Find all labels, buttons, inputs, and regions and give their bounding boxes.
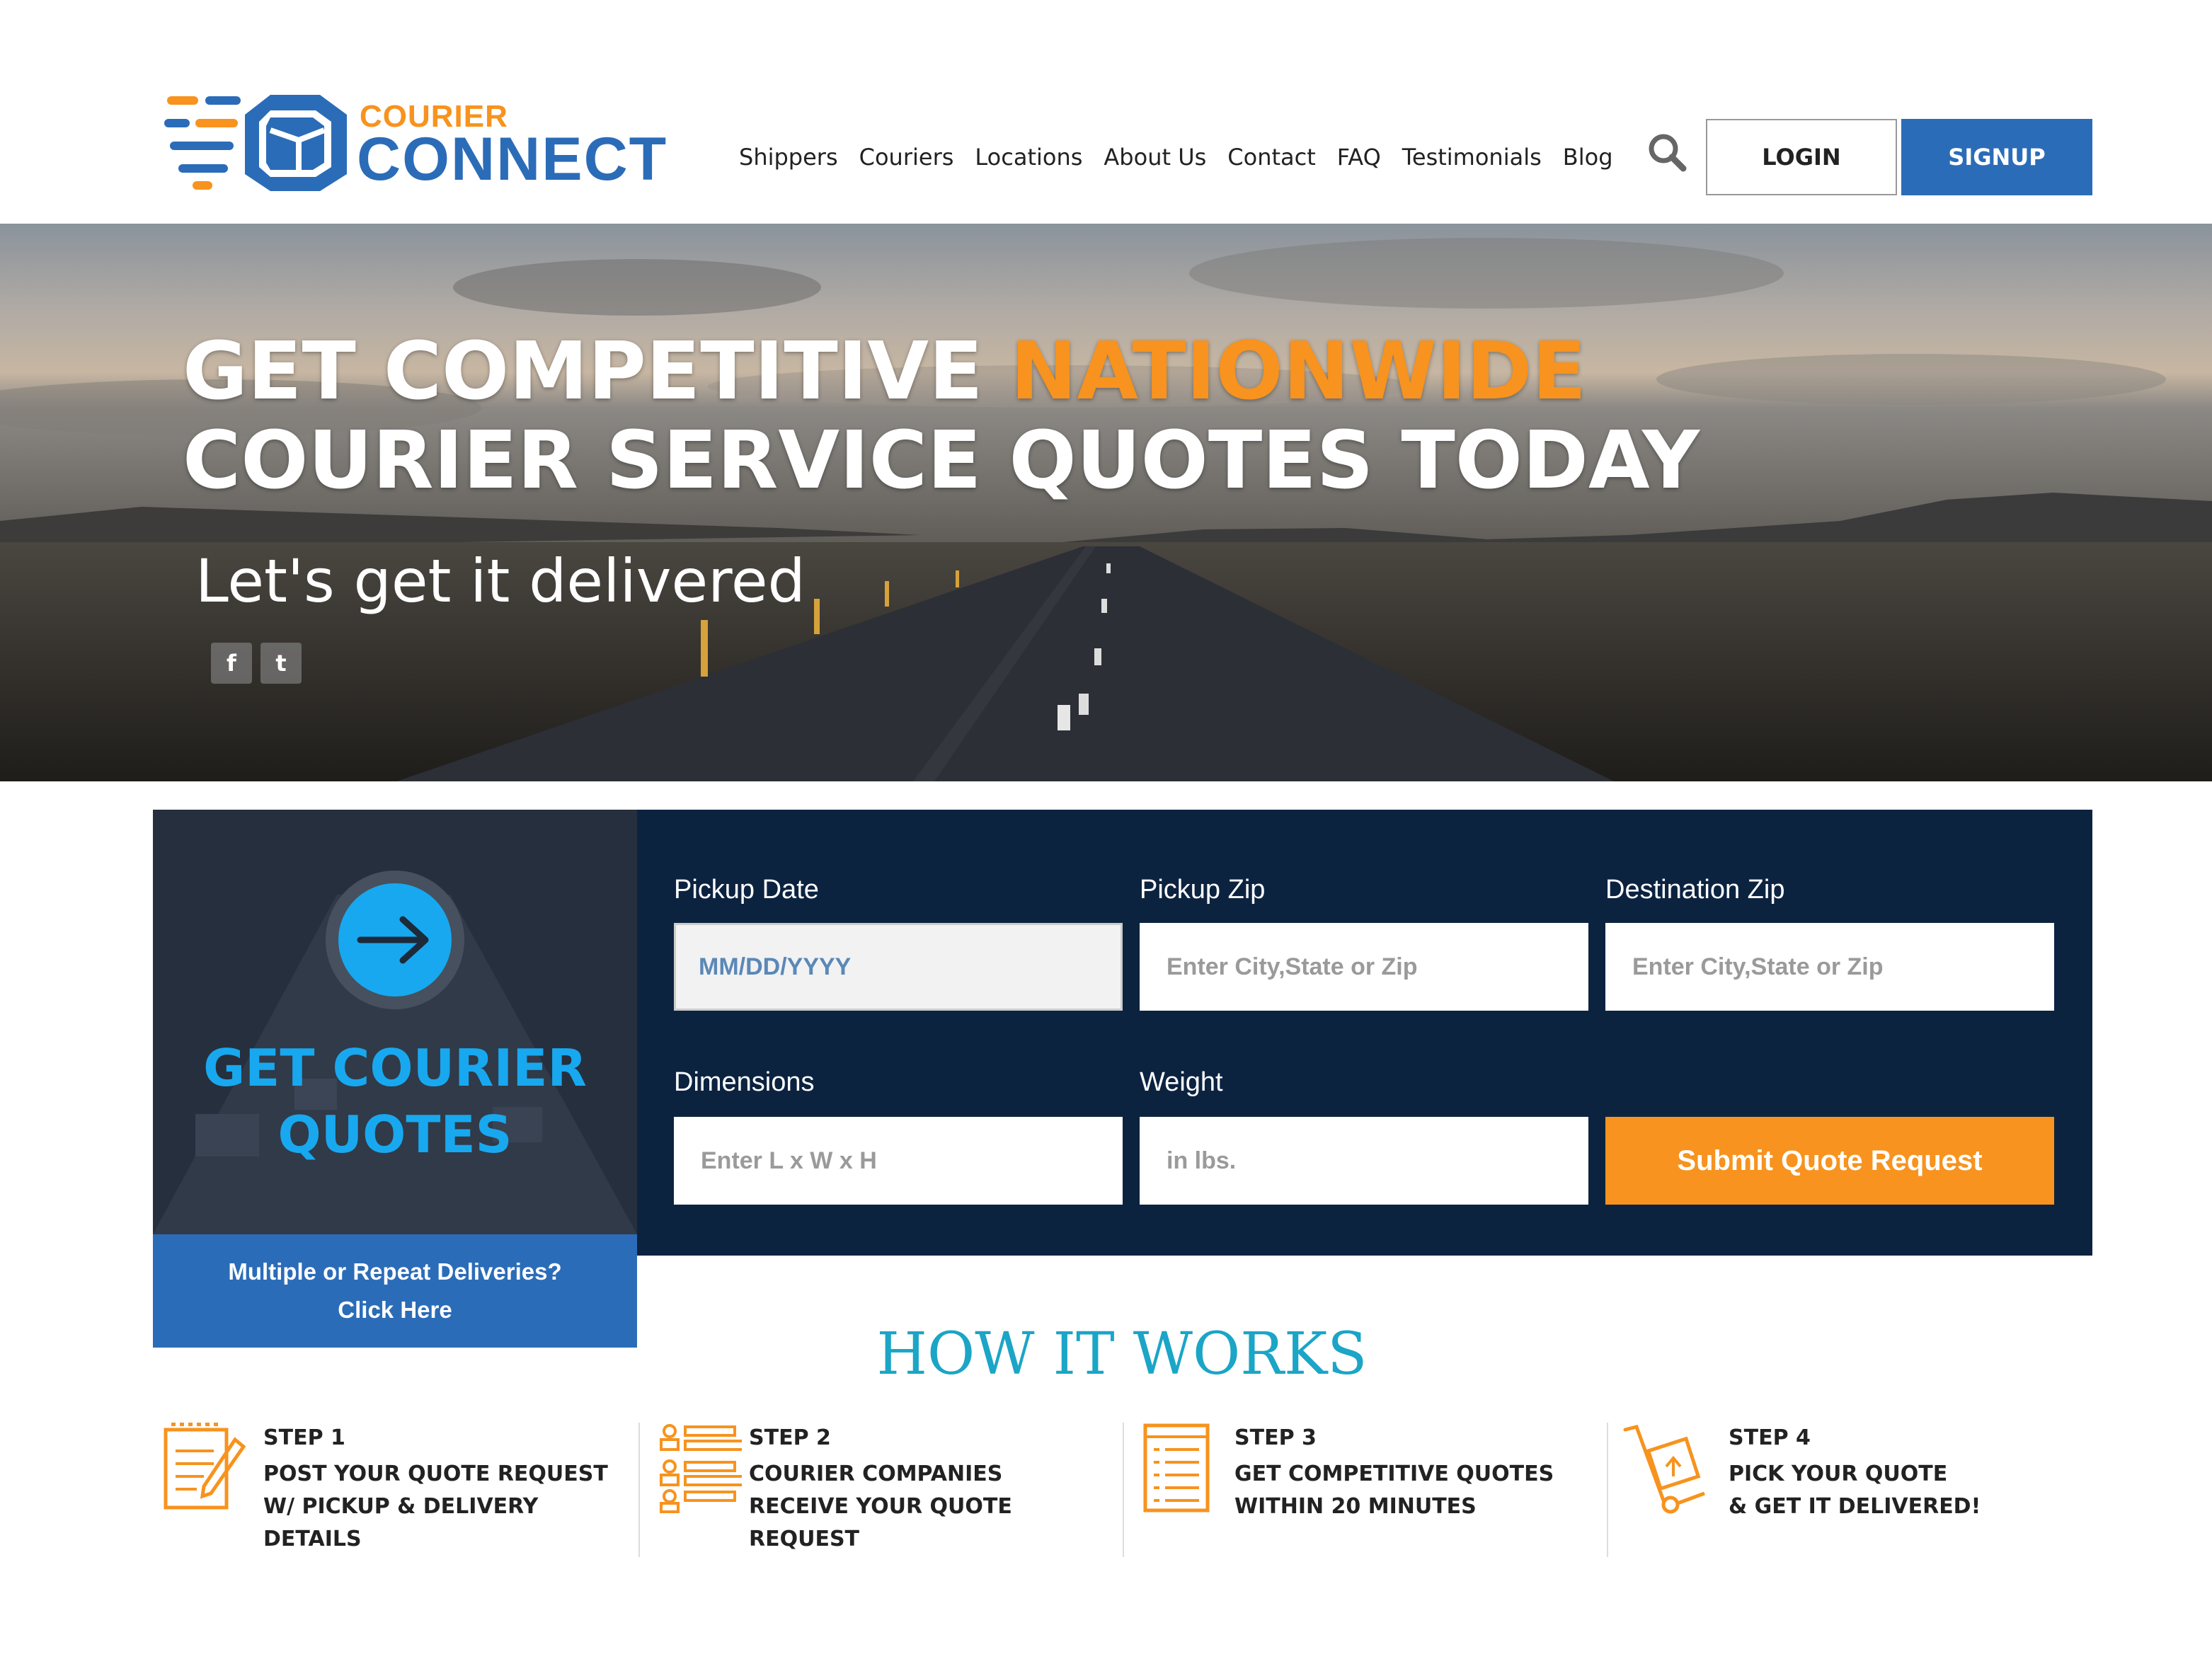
step-4-text: PICK YOUR QUOTE & GET IT DELIVERED!	[1729, 1458, 2082, 1523]
get-courier-quotes-line2: QUOTES	[277, 1105, 512, 1164]
how-it-works-title: HOW IT WORKS	[876, 1321, 1368, 1388]
multiple-deliveries-line2: Click Here	[338, 1297, 452, 1323]
nav-couriers[interactable]: Couriers	[859, 144, 954, 171]
step-2-line: REQUEST	[749, 1527, 860, 1551]
search-icon[interactable]	[1646, 132, 1689, 174]
step-1-line: DETAILS	[263, 1527, 362, 1551]
get-courier-quotes-title: GET COURIER QUOTES	[153, 1035, 637, 1168]
step-4-line: & GET IT DELIVERED!	[1729, 1494, 1981, 1519]
step-3-number: STEP 3	[1234, 1425, 1317, 1450]
site-header: COURIER CONNECT Shippers Couriers Locati…	[0, 0, 2212, 224]
weight-input[interactable]: in lbs.	[1140, 1117, 1588, 1205]
nav-locations[interactable]: Locations	[975, 144, 1082, 171]
multiple-deliveries-line1: Multiple or Repeat Deliveries?	[228, 1258, 562, 1285]
pickup-date-input[interactable]: MM/DD/YYYY	[674, 923, 1123, 1011]
step-1-text: POST YOUR QUOTE REQUEST W/ PICKUP & DELI…	[263, 1458, 617, 1556]
step-4-line: PICK YOUR QUOTE	[1729, 1462, 1948, 1486]
step-divider	[1123, 1423, 1124, 1557]
hero-headline-part1: GET COMPETITIVE	[183, 326, 1011, 418]
facebook-icon[interactable]: f	[211, 643, 252, 684]
nav-faq[interactable]: FAQ	[1337, 144, 1381, 171]
hand-truck-package-icon	[1623, 1425, 1705, 1514]
hero-subtitle: Let's get it delivered	[195, 546, 806, 616]
step-3-text: GET COMPETITIVE QUOTES WITHIN 20 MINUTES	[1234, 1458, 1617, 1523]
twitter-icon[interactable]: t	[260, 643, 302, 684]
destination-zip-input[interactable]: Enter City,State or Zip	[1605, 923, 2054, 1011]
user-list-icon	[660, 1424, 742, 1513]
get-courier-quotes-line1: GET COURIER	[203, 1038, 587, 1098]
step-3-line: GET COMPETITIVE QUOTES	[1234, 1462, 1554, 1486]
signup-button[interactable]: SIGNUP	[1901, 119, 2092, 195]
pickup-zip-input[interactable]: Enter City,State or Zip	[1140, 923, 1588, 1011]
destination-zip-label: Destination Zip	[1605, 875, 1785, 905]
nav-testimonials[interactable]: Testimonials	[1402, 144, 1542, 171]
weight-label: Weight	[1140, 1067, 1223, 1097]
quote-form: Pickup Date MM/DD/YYYY Pickup Zip Enter …	[637, 810, 2092, 1256]
hero-headline-line2: COURIER SERVICE QUOTES TODAY	[183, 415, 1700, 507]
quote-promo-panel: GET COURIER QUOTES	[153, 810, 637, 1234]
notepad-pencil-icon	[164, 1423, 246, 1510]
step-2-line: RECEIVE YOUR QUOTE	[749, 1494, 1012, 1519]
box-logo-icon	[164, 95, 347, 191]
step-4-number: STEP 4	[1729, 1425, 1811, 1450]
checklist-icon	[1143, 1423, 1210, 1512]
step-2-text: COURIER COMPANIES RECEIVE YOUR QUOTE REQ…	[749, 1458, 1117, 1556]
step-2-number: STEP 2	[749, 1425, 831, 1450]
step-3-line: WITHIN 20 MINUTES	[1234, 1494, 1477, 1519]
courier-connect-logo[interactable]: COURIER CONNECT	[164, 89, 666, 195]
main-nav: Shippers Couriers Locations About Us Con…	[739, 139, 1634, 176]
nav-contact[interactable]: Contact	[1227, 144, 1316, 171]
nav-blog[interactable]: Blog	[1563, 144, 1613, 171]
step-1-line: W/ PICKUP & DELIVERY	[263, 1494, 539, 1519]
pickup-date-label: Pickup Date	[674, 875, 819, 905]
step-2-line: COURIER COMPANIES	[749, 1462, 1003, 1486]
nav-shippers[interactable]: Shippers	[739, 144, 838, 171]
step-divider	[1607, 1423, 1608, 1557]
step-1-number: STEP 1	[263, 1425, 345, 1450]
pickup-zip-label: Pickup Zip	[1140, 875, 1266, 905]
dimensions-label: Dimensions	[674, 1067, 815, 1097]
arrow-right-icon[interactable]	[326, 871, 464, 1009]
hero-headline: GET COMPETITIVE NATIONWIDE COURIER SERVI…	[183, 327, 1700, 505]
hero-banner: GET COMPETITIVE NATIONWIDE COURIER SERVI…	[0, 224, 2212, 781]
logo-wordmark-bottom: CONNECT	[357, 125, 668, 193]
multiple-deliveries-link[interactable]: Multiple or Repeat Deliveries? Click Her…	[153, 1234, 637, 1348]
hero-headline-accent: NATIONWIDE	[1010, 326, 1587, 418]
step-1-line: POST YOUR QUOTE REQUEST	[263, 1462, 608, 1486]
nav-about-us[interactable]: About Us	[1104, 144, 1206, 171]
submit-quote-button[interactable]: Submit Quote Request	[1605, 1117, 2054, 1205]
step-divider	[638, 1423, 640, 1557]
login-button[interactable]: LOGIN	[1706, 119, 1897, 195]
dimensions-input[interactable]: Enter L x W x H	[674, 1117, 1123, 1205]
